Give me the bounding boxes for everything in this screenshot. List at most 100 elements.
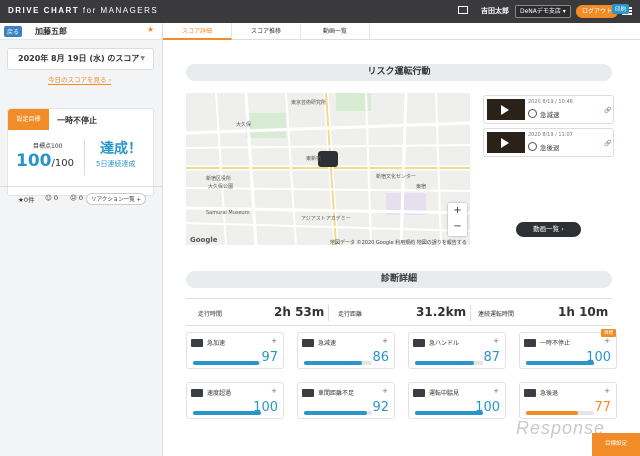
score-card[interactable]: 速度超過 +100 [186,382,284,419]
stat-label: 連続運転時間 [478,311,515,318]
score-bar-fill [193,361,259,365]
map-zoom-control[interactable]: + − [448,203,467,236]
expand-icon[interactable]: + [604,387,610,395]
score-card-label: 急減速 [318,340,337,347]
distance-icon [302,389,314,397]
map-roads [186,93,470,245]
score-card[interactable]: 急減速 +86 [297,332,395,369]
risk-section-title: リスク運転行動 [186,64,612,81]
link-icon[interactable]: 🔗 [604,107,611,114]
video-type: 急後退 [540,144,560,152]
logo-main: DRIVE CHART [8,6,80,15]
goal-score: 100/100 [16,151,74,171]
goal-target: 目標点100 [33,143,63,150]
map-label: 大久保公園 [208,184,234,190]
stat-value: 2h 53m [274,305,325,319]
goal-flag: 目標 [601,329,616,337]
google-logo: Google [190,236,218,244]
expand-icon[interactable]: + [271,387,277,395]
map-label: Samurai Museum [206,210,250,216]
expand-icon[interactable]: + [493,337,499,345]
score-card-label: 急後退 [540,390,559,397]
map-credit: 地図データ ©2020 Google 利用規約 地図の誤りを報告する [330,240,467,246]
video-item[interactable]: 2020 8/19 / 10:46 急減速 🔗 [483,95,614,124]
score-card[interactable]: 急後退 +77 [519,382,617,419]
tab-video-list[interactable]: 動画一覧 [301,23,370,40]
score-card-label: 一時不停止 [540,340,571,347]
score-card-value: 92 [372,400,389,415]
today-score-link[interactable]: 今日のスコアを見る › [48,74,112,85]
video-item[interactable]: 2020 8/19 / 11:07 急後退 🔗 [483,128,614,157]
star-count: ★0件 [18,196,35,204]
score-card[interactable]: 車間距離不足 +92 [297,382,395,419]
tab-bar: スコア詳細 スコア推移 動画一覧 [163,23,640,40]
tab-score-trend[interactable]: スコア推移 [232,23,301,40]
score-card-value: 77 [594,400,611,415]
expand-icon[interactable]: + [493,387,499,395]
goal-streak: 5日連続達成 [96,160,136,168]
score-card[interactable]: 急ハンドル +87 [408,332,506,369]
score-bar-fill [415,361,475,365]
expand-icon[interactable]: + [271,337,277,345]
face-count-value: 0 [78,194,83,202]
video-thumbnail[interactable] [487,132,525,153]
score-card-value: 97 [261,350,278,365]
score-bar [304,361,372,365]
chevron-down-icon: ▼ [140,55,145,62]
driver-name: 加藤五郎 [35,27,67,36]
favorite-star-icon[interactable]: ★ [147,25,154,34]
goal-title: 一時不停止 [57,116,97,125]
score-card-label: 運転中脇見 [429,390,460,397]
car-brake-icon [302,339,314,347]
tab-score-detail[interactable]: スコア詳細 [163,23,232,40]
top-bar: DRIVE CHART for MANAGERS 吉田太郎 DeNAデモ支店 ▾… [0,0,640,23]
map-label: 大久保 [236,122,252,128]
map-label: アジアストアカデミー [301,216,351,222]
score-bar-fill [526,361,594,365]
stat-value: 1h 10m [558,305,609,319]
reaction-bar: ★0件 ☺ 0 ☹ 0 リアクション一覧 + [0,186,162,206]
store-select[interactable]: DeNAデモ支店 ▾ [515,5,571,18]
score-bar [415,411,483,415]
route-map[interactable]: 東京芸術研究所 大久保 新宿区役所 大久保公園 Samurai Museum ア… [186,93,470,245]
car-accel-icon [191,339,203,347]
stat-value: 31.2km [416,305,467,319]
speed-icon [191,389,203,397]
score-card[interactable]: 急加速 +97 [186,332,284,369]
expand-icon[interactable]: + [382,387,388,395]
video-thumbnail[interactable] [487,99,525,120]
score-card[interactable]: 一時不停止 +100 目標 [519,329,617,369]
link-icon[interactable]: 🔗 [604,140,611,147]
reaction-list-button[interactable]: リアクション一覧 + [86,193,147,205]
divider [470,305,471,321]
score-card[interactable]: 運転中脇見 +100 [408,382,506,419]
steering-icon [413,339,425,347]
print-button[interactable]: 印刷 [612,4,630,14]
back-button[interactable]: 戻る [4,26,23,37]
app-logo[interactable]: DRIVE CHART for MANAGERS [8,6,158,15]
expand-icon[interactable]: + [604,337,610,345]
reverse-icon [524,389,536,397]
map-label: 東京芸術研究所 [291,100,327,106]
goal-setting-button[interactable]: 目標設定 [592,433,640,456]
goal-achieved: 達成！ [100,141,142,157]
user-name: 吉田太郎 [481,7,509,15]
mail-icon[interactable] [458,6,468,14]
score-bar [526,361,594,365]
zoom-out-icon[interactable]: − [448,219,467,235]
stat-label: 走行距離 [338,311,363,318]
score-bar-fill [526,411,579,415]
date-selector[interactable]: 2020年 8月 19日 (水) のスコア ▼ [7,48,154,70]
map-label: 東宿 [416,184,427,190]
zoom-in-icon[interactable]: + [448,203,467,219]
score-bar [193,411,261,415]
stat-label: 走行時間 [198,311,223,318]
video-list-button[interactable]: 動画一覧 › [516,222,581,237]
divider [84,139,85,175]
reverse-icon [528,142,537,151]
map-label: 東新宿 [306,156,322,162]
stop-icon [524,339,536,347]
brake-icon [528,109,537,118]
expand-icon[interactable]: + [382,337,388,345]
logo-sub: for MANAGERS [82,6,159,15]
